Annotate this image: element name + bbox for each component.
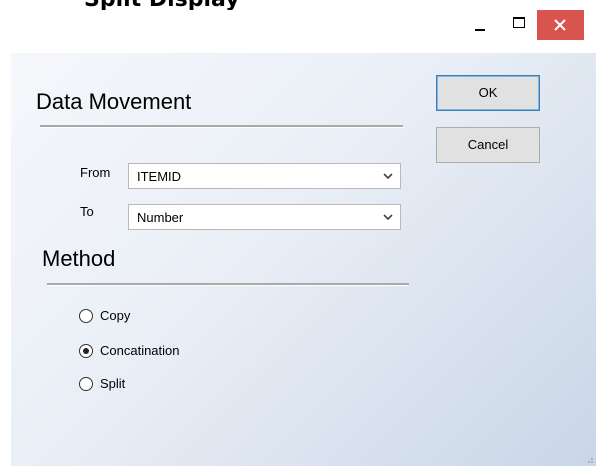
cancel-button[interactable]: Cancel	[436, 127, 540, 163]
to-select-value: Number	[137, 210, 184, 225]
data-movement-heading: Data Movement	[36, 89, 192, 114]
from-label: From	[80, 165, 111, 180]
close-icon	[554, 19, 566, 31]
close-button[interactable]	[537, 10, 584, 40]
from-select[interactable]: ITEMID	[128, 163, 401, 189]
method-heading: Method	[42, 246, 116, 271]
heading-divider	[40, 125, 403, 128]
radio-copy-label: Copy	[100, 308, 131, 323]
maximize-icon	[513, 17, 525, 28]
from-select-value: ITEMID	[137, 169, 182, 184]
to-select[interactable]: Number	[128, 204, 401, 230]
radio-concatination-label: Concatination	[100, 343, 180, 358]
maximize-button[interactable]	[503, 10, 537, 40]
resize-grip-icon[interactable]	[584, 454, 594, 464]
dialog-body: Data Movement From ITEMID To Number Meth…	[11, 53, 596, 466]
to-label: To	[80, 204, 94, 219]
title-bar	[0, 10, 598, 50]
radio-circle	[79, 377, 93, 391]
minimize-icon	[475, 29, 485, 31]
radio-circle	[79, 309, 93, 323]
method-divider	[47, 283, 409, 286]
ok-button[interactable]: OK	[436, 75, 540, 111]
radio-split-label: Split	[100, 376, 126, 391]
radio-selected-dot	[83, 348, 89, 354]
radio-circle	[79, 344, 93, 358]
chevron-down-icon	[383, 173, 393, 180]
chevron-down-icon	[383, 214, 393, 221]
minimize-button[interactable]	[459, 10, 503, 40]
